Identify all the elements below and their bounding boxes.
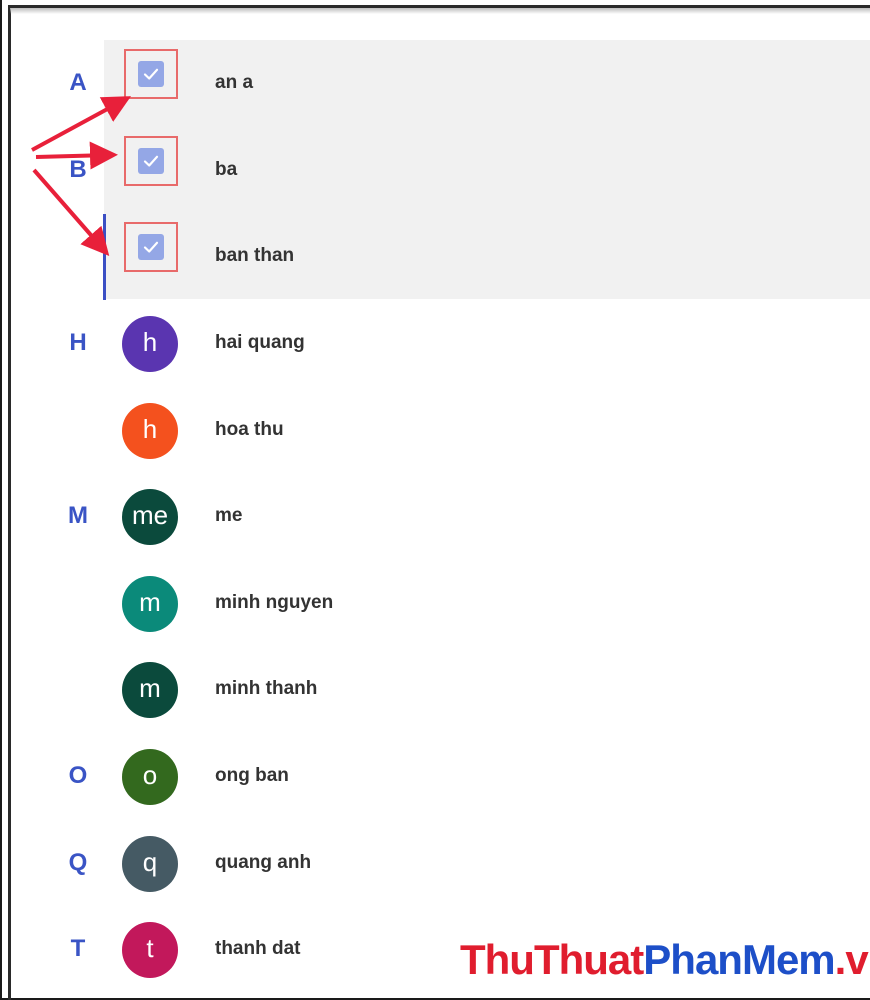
annotation-highlight-box xyxy=(124,49,178,99)
contact-row-selected[interactable]: ban than xyxy=(0,213,870,299)
section-letter: H xyxy=(69,329,87,356)
contact-name: thanh dat xyxy=(215,938,301,959)
watermark-logo: ThuThuatPhanMem.vn xyxy=(460,936,870,992)
contact-row[interactable]: M me me xyxy=(0,473,870,559)
avatar[interactable]: h xyxy=(122,403,178,459)
avatar[interactable]: o xyxy=(122,749,178,805)
avatar-initial: o xyxy=(142,760,158,790)
avatar[interactable]: q xyxy=(122,836,178,892)
contact-name: ba xyxy=(215,159,238,180)
avatar[interactable]: h xyxy=(122,316,178,372)
avatar[interactable]: m xyxy=(122,662,178,718)
section-letter: A xyxy=(69,69,87,96)
contact-row-selected[interactable]: A an a xyxy=(0,40,870,126)
section-letter xyxy=(60,646,96,732)
contact-name: ong ban xyxy=(215,765,289,786)
section-letter xyxy=(60,560,96,646)
annotation-highlight-box xyxy=(124,136,178,186)
contact-name: minh thanh xyxy=(215,678,318,699)
contact-row-selected[interactable]: B ba xyxy=(0,127,870,213)
section-letter: Q xyxy=(68,849,88,876)
contact-name: an a xyxy=(215,72,254,93)
watermark-part-1: ThuThuat xyxy=(460,936,644,983)
contact-row[interactable]: m minh nguyen xyxy=(0,560,870,646)
section-letter xyxy=(60,213,96,299)
avatar-initial: q xyxy=(142,847,158,877)
checkmark-icon xyxy=(143,155,159,167)
top-shadow xyxy=(10,8,870,14)
contact-name: minh nguyen xyxy=(215,592,334,613)
checkmark-icon xyxy=(143,68,159,80)
avatar-initial: m xyxy=(139,673,161,703)
avatar-initial: me xyxy=(131,500,169,530)
contact-name: hai quang xyxy=(215,332,305,353)
contact-name: hoa thu xyxy=(215,419,284,440)
contact-row[interactable]: H h hai quang xyxy=(0,300,870,386)
contact-name: quang anh xyxy=(215,852,312,873)
section-letter: O xyxy=(68,762,88,789)
contact-row[interactable]: Q q quang anh xyxy=(0,820,870,906)
section-letter: T xyxy=(70,935,86,962)
annotation-highlight-box xyxy=(124,222,178,272)
watermark-part-2: PhanMem xyxy=(643,936,835,983)
avatar-initial: h xyxy=(142,327,158,357)
avatar-initial: h xyxy=(142,414,158,444)
contact-row[interactable]: O o ong ban xyxy=(0,733,870,819)
contact-name: me xyxy=(215,505,243,526)
section-letter xyxy=(60,387,96,473)
section-letter: B xyxy=(69,156,87,183)
avatar[interactable]: t xyxy=(122,922,178,978)
avatar[interactable]: me xyxy=(122,489,178,545)
checkbox-checked[interactable] xyxy=(138,148,164,174)
section-letter: M xyxy=(68,502,88,529)
contact-row[interactable]: m minh thanh xyxy=(0,646,870,732)
checkmark-icon xyxy=(143,241,159,253)
watermark-part-3: .vn xyxy=(834,936,870,983)
checkbox-checked[interactable] xyxy=(138,234,164,260)
contact-name: ban than xyxy=(215,245,295,266)
avatar[interactable]: m xyxy=(122,576,178,632)
avatar-initial: t xyxy=(146,933,154,963)
avatar-initial: m xyxy=(139,587,161,617)
checkbox-checked[interactable] xyxy=(138,61,164,87)
contact-row[interactable]: h hoa thu xyxy=(0,387,870,473)
